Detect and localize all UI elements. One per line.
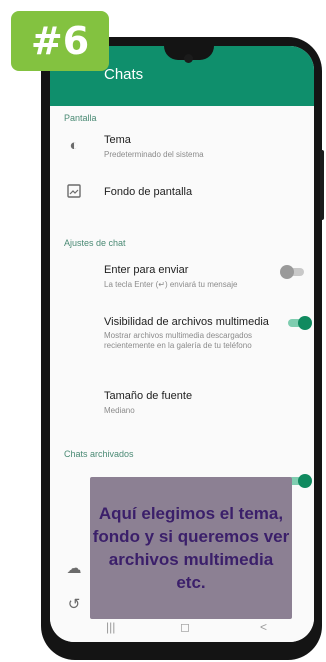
toggle-knob (280, 265, 294, 279)
setting-tema-title: Tema (104, 134, 131, 146)
setting-enter-title: Enter para enviar (104, 264, 189, 276)
toggle-knob (298, 474, 312, 488)
back-button[interactable]: < (260, 620, 267, 634)
home-button[interactable]: ◻ (180, 620, 190, 634)
cloud-upload-icon[interactable]: ☁ (64, 558, 84, 578)
theme-icon: ◐ (69, 136, 79, 154)
setting-enter-subtitle: La tecla Enter (↵) enviará tu mensaje (104, 280, 238, 289)
section-header-ajustes: Ajustes de chat (64, 238, 126, 248)
annotation-overlay: Aquí elegimos el tema, fondo y si querem… (90, 477, 292, 619)
history-icon[interactable]: ↺ (64, 594, 84, 614)
setting-visibilidad-title: Visibilidad de archivos multimedia (104, 316, 269, 328)
annotation-text: Aquí elegimos el tema, fondo y si querem… (92, 504, 290, 592)
setting-tamano-subtitle: Mediano (104, 406, 135, 415)
recent-apps-button[interactable]: ||| (106, 620, 115, 634)
phone-side-button (320, 150, 324, 220)
step-badge: #6 (11, 11, 109, 71)
wallpaper-icon (64, 181, 84, 201)
section-header-archivados: Chats archivados (64, 449, 134, 459)
setting-fondo-title: Fondo de pantalla (104, 186, 193, 198)
camera-icon (184, 54, 193, 63)
page-title: Chats (104, 66, 144, 83)
toggle-knob (298, 316, 312, 330)
setting-tema-subtitle: Predeterminado del sistema (104, 150, 204, 159)
setting-tamano-title: Tamaño de fuente (104, 390, 193, 402)
enter-toggle[interactable] (280, 265, 306, 279)
setting-visibilidad-subtitle: Mostrar archivos multimedia descargados … (104, 331, 253, 350)
visibilidad-toggle[interactable] (286, 316, 312, 330)
section-header-pantalla: Pantalla (64, 113, 97, 123)
